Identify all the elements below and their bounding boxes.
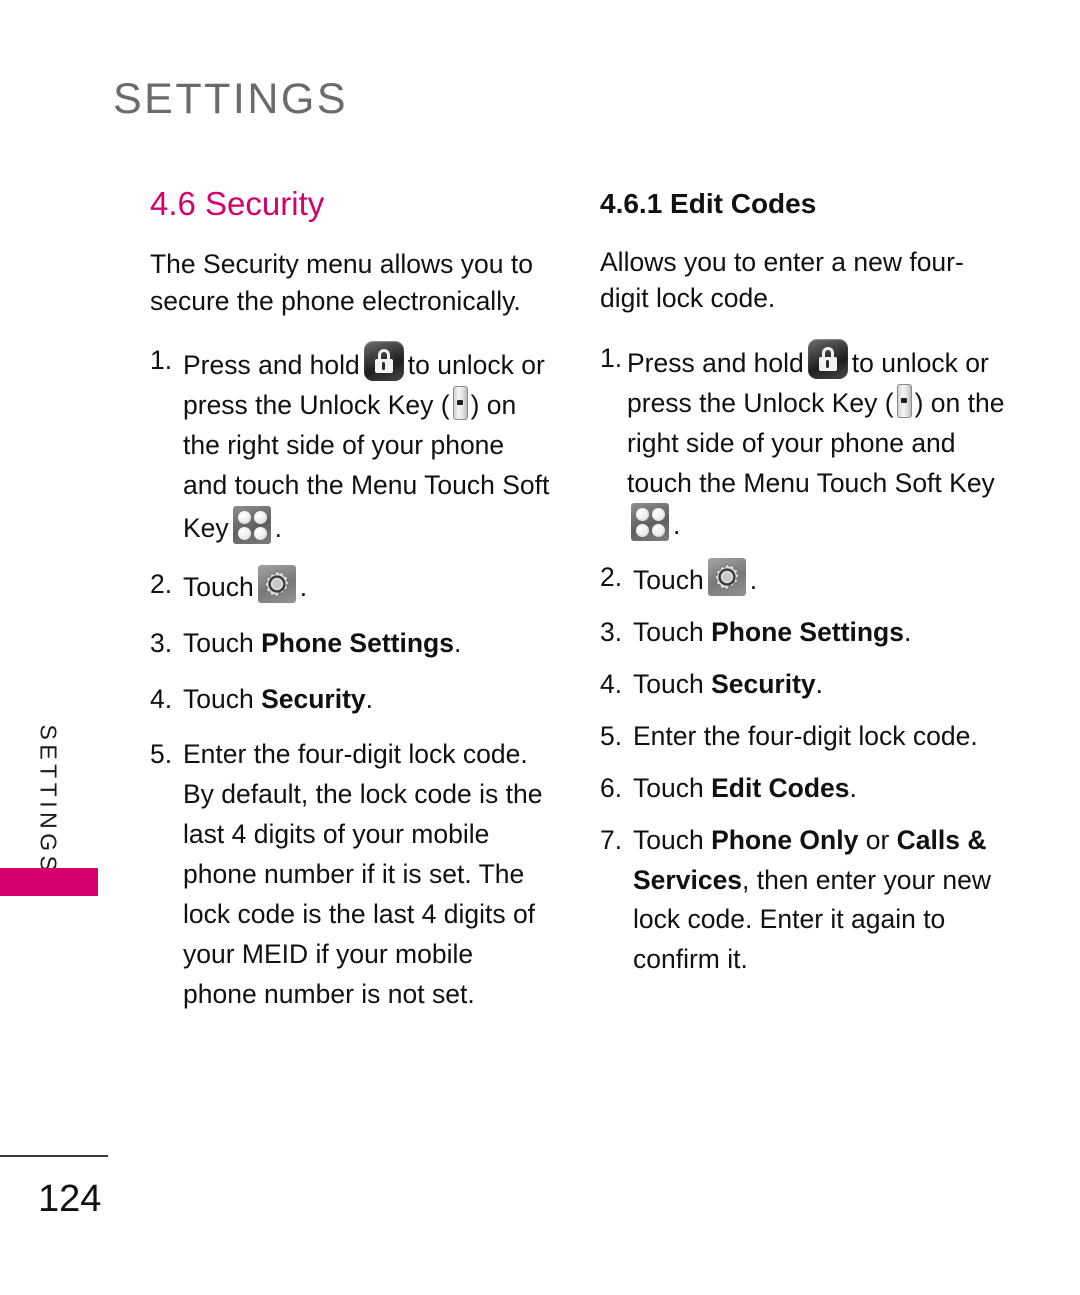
- left-step-4-number: 4.: [150, 683, 173, 714]
- section-heading-edit-codes: 4.6.1 Edit Codes: [600, 188, 817, 219]
- left-step-2: 2. Touch .: [150, 564, 550, 608]
- right-step-2-number: 2.: [600, 562, 623, 593]
- right-step-3-bold: Phone Settings: [711, 617, 904, 648]
- unlock-key-icon: [452, 386, 468, 421]
- left-step-3-bold: Phone Settings: [261, 627, 454, 658]
- right-step-1: 1. Press and hold to unlock or press the U…: [600, 338, 1005, 546]
- right-column: 4.6.1 Edit Codes Allows you to enter a n…: [600, 186, 1005, 992]
- left-step-1-number: 1.: [150, 345, 173, 376]
- left-step-5-number: 5.: [150, 739, 173, 770]
- left-column: 4.6 Security The Security menu allows yo…: [150, 185, 550, 1031]
- right-step-7-bold-1: Phone Only: [711, 824, 859, 855]
- right-step-6-bold: Edit Codes: [711, 772, 850, 803]
- right-step-7: 7. Touch Phone Only or Calls & Services, …: [600, 821, 1005, 981]
- side-tab-label: SETTINGS: [35, 724, 62, 876]
- right-step-4-bold: Security: [711, 669, 816, 700]
- left-step-2-text-a: Touch: [183, 571, 254, 602]
- lock-icon: [363, 341, 404, 382]
- left-step-2-number: 2.: [150, 568, 173, 599]
- right-step-7-text-b: or: [865, 824, 890, 855]
- right-step-6-text-b: .: [849, 772, 857, 803]
- security-intro-paragraph: The Security menu allows you to secure t…: [150, 249, 533, 316]
- right-step-2: 2. Touch .: [600, 558, 1005, 601]
- gear-icon: [257, 564, 296, 603]
- left-step-5-text: Enter the four-digit lock code. By defau…: [183, 739, 543, 1009]
- right-step-5-number: 5.: [600, 720, 623, 751]
- left-step-4-bold: Security: [261, 683, 366, 714]
- right-step-4-text-a: Touch: [633, 669, 704, 700]
- left-step-3: 3. Touch Phone Settings.: [150, 624, 550, 664]
- right-step-3-text-a: Touch: [633, 617, 704, 648]
- footer-divider: [0, 1155, 108, 1157]
- page-number: 124: [38, 1178, 102, 1220]
- right-step-3-number: 3.: [600, 617, 623, 648]
- manual-page: SETTINGS SETTINGS 4.6 Security The Secur…: [0, 0, 1080, 1295]
- left-step-3-text-b: .: [453, 627, 462, 658]
- left-step-1-text-a: Press and hold: [183, 350, 360, 381]
- right-step-5-text: Enter the four-digit lock code.: [633, 720, 978, 751]
- right-step-7-text-a: Touch: [633, 824, 704, 855]
- side-tab-marker: [0, 868, 98, 896]
- left-step-1: 1. Press and hold to unlock or press the U…: [150, 341, 550, 548]
- left-step-4-text-a: Touch: [183, 683, 254, 714]
- left-step-3-number: 3.: [150, 627, 173, 658]
- right-step-1-number: 1.: [600, 342, 623, 373]
- right-step-6-text-a: Touch: [633, 772, 704, 803]
- section-heading-security: 4.6 Security: [150, 185, 325, 222]
- left-step-3-text-a: Touch: [183, 627, 254, 658]
- right-step-3: 3. Touch Phone Settings.: [600, 613, 1005, 653]
- right-step-4-number: 4.: [600, 669, 623, 700]
- right-step-3-text-b: .: [903, 617, 912, 648]
- left-step-5: 5. Enter the four-digit lock code. By def…: [150, 735, 550, 1014]
- menu-soft-key-icon: [232, 505, 271, 544]
- right-step-2-text-b: .: [749, 565, 758, 596]
- right-step-2-text-a: Touch: [633, 565, 704, 596]
- right-step-7-number: 7.: [600, 824, 623, 855]
- gear-icon: [707, 558, 746, 597]
- right-step-1-text-d: .: [673, 510, 681, 541]
- left-step-4: 4. Touch Security.: [150, 680, 550, 720]
- running-head: SETTINGS: [113, 75, 349, 123]
- right-step-4-text-b: .: [815, 669, 824, 700]
- right-step-4: 4. Touch Security.: [600, 665, 1005, 705]
- right-step-5: 5. Enter the four-digit lock code.: [600, 717, 1005, 757]
- left-step-4-text-b: .: [365, 683, 374, 714]
- right-step-6: 6. Touch Edit Codes.: [600, 769, 1005, 809]
- unlock-key-icon: [896, 383, 912, 418]
- left-step-1-text-d: .: [274, 512, 283, 543]
- lock-icon: [807, 338, 848, 379]
- right-step-1-text-a: Press and hold: [627, 347, 804, 378]
- right-step-6-number: 6.: [600, 772, 623, 803]
- edit-codes-intro-paragraph: Allows you to enter a new four-digit loc…: [600, 246, 964, 314]
- left-step-2-text-b: .: [299, 571, 308, 602]
- menu-soft-key-icon: [631, 503, 669, 542]
